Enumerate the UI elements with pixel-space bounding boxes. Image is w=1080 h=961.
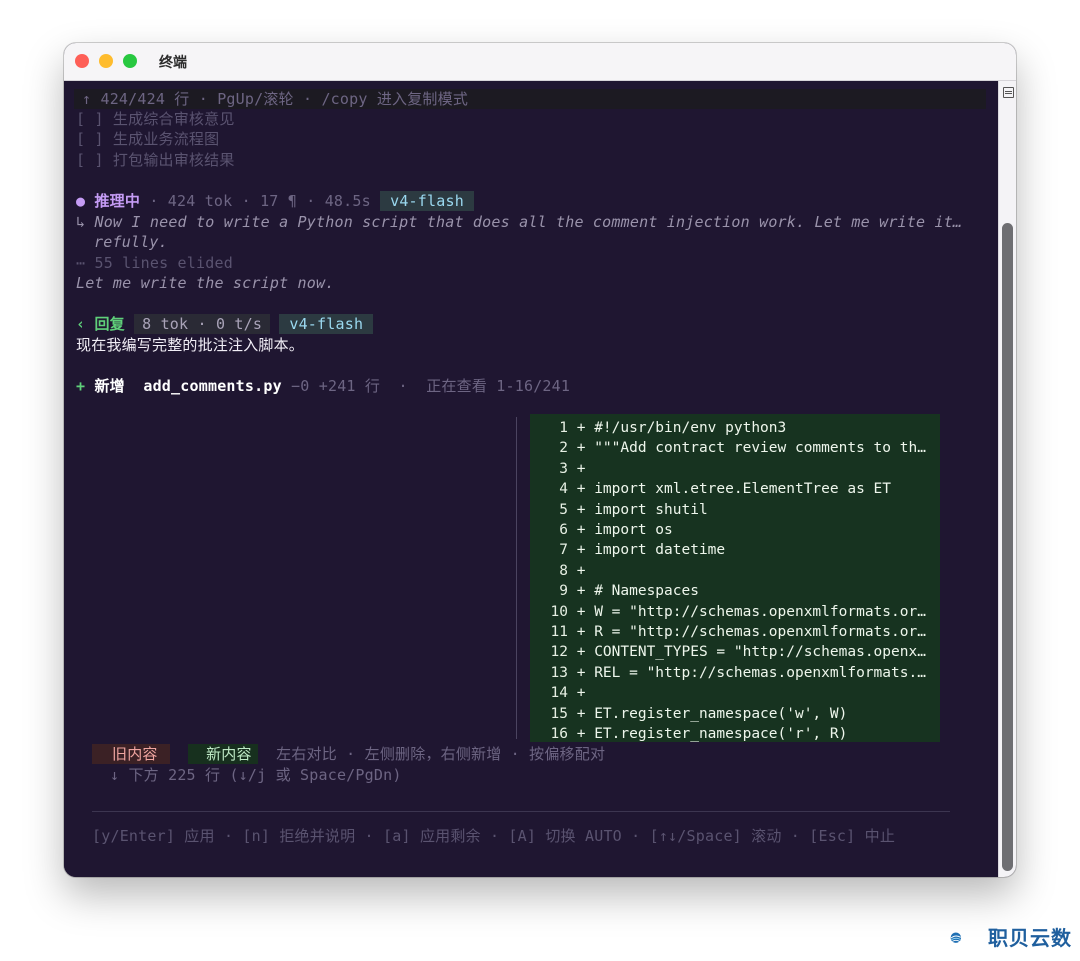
diff-line: 11 + R = "http://schemas.openxmlformats.…	[530, 622, 940, 642]
legend-hint: 左右对比 · 左侧删除，右侧新增 · 按偏移配对	[276, 745, 606, 763]
checklist-item: [ ] 生成综合审核意见	[76, 110, 235, 128]
window-title: 终端	[159, 55, 187, 71]
diff-line-number: 13	[550, 664, 568, 681]
reasoning-final: Let me write the script now.	[76, 274, 335, 292]
title-bar: 终端	[64, 43, 1016, 81]
diff-line: 4 + import xml.etree.ElementTree as ET	[530, 479, 940, 499]
diff-line-number: 6	[559, 522, 568, 538]
diff-line: 1 + #!/usr/bin/env python3	[530, 418, 940, 438]
scroll-status-text: ↑ 424/424 行 · PgUp/滚轮 · /copy 进入复制模式	[82, 90, 469, 108]
diff-line-text: + """Add contract review comments to th…	[576, 440, 926, 457]
diff-line-number: 2	[559, 440, 568, 457]
diff-line-number: 7	[559, 542, 568, 559]
reply-meta: 8 tok · 0 t/s	[134, 314, 271, 334]
diff-line-text: + ET.register_namespace('r', R)	[576, 726, 848, 742]
diff-line-number: 16	[550, 726, 568, 742]
diff-line-text: +	[576, 460, 586, 477]
reasoning-header: ● 推理中 · 424 tok · 17 ¶ · 48.5s v4-flash	[76, 191, 474, 211]
close-window-button[interactable]	[75, 54, 89, 68]
reasoning-meta: · 424 tok · 17 ¶ · 48.5s	[149, 192, 371, 210]
checklist-item: [ ] 打包输出审核结果	[76, 151, 235, 169]
more-lines-below: ↓ 下方 225 行 (↓/j 或 Space/PgDn)	[110, 766, 402, 784]
reasoning-label: 推理中	[94, 192, 141, 210]
reasoning-bullet-icon: ●	[76, 192, 86, 210]
diff-line-text: + CONTENT_TYPES = "http://schemas.openx…	[576, 644, 926, 661]
keybinding-footer: [y/Enter] 应用 · [n] 拒绝并说明 · [a] 应用剩余 · [A…	[92, 827, 896, 845]
diff-legend: 旧内容 新内容 左右对比 · 左侧删除，右侧新增 · 按偏移配对	[92, 744, 605, 764]
diff-line-text: + # Namespaces	[576, 583, 699, 600]
diff-line: 9 + # Namespaces	[530, 581, 940, 601]
diff-line: 6 + import os	[530, 520, 940, 540]
diff-line-number: 14	[550, 685, 568, 702]
diff-line: 7 + import datetime	[530, 540, 940, 560]
minimize-window-button[interactable]	[99, 54, 113, 68]
diff-line-number: 12	[550, 644, 568, 661]
scroll-status-bar: ↑ 424/424 行 · PgUp/滚轮 · /copy 进入复制模式	[74, 89, 986, 109]
diff-line: 8 +	[530, 561, 940, 581]
diff-line-number: 5	[559, 501, 568, 518]
diff-line: 14 +	[530, 683, 940, 703]
file-action: 新增	[94, 377, 125, 395]
diff-line-text: + import xml.etree.ElementTree as ET	[576, 481, 892, 498]
diff-line: 16 + ET.register_namespace('r', R)	[530, 724, 940, 744]
file-name: add_comments.py	[143, 377, 282, 395]
legend-new-content: 新内容	[188, 744, 258, 764]
diff-line-number: 9	[559, 583, 568, 600]
plus-icon: +	[76, 377, 86, 395]
diff-line-number: 8	[559, 562, 568, 579]
scrollbar-thumb[interactable]	[1002, 223, 1013, 871]
return-arrow-icon: ↳	[76, 213, 86, 231]
reply-header: ‹ 回复 8 tok · 0 t/s v4-flash	[76, 314, 374, 334]
reply-arrow-icon: ‹	[76, 315, 86, 333]
diff-line-text: + R = "http://schemas.openxmlformats.or…	[576, 624, 926, 640]
diff-split-divider	[516, 417, 517, 739]
diff-line: 13 + REL = "http://schemas.openxmlformat…	[530, 663, 940, 683]
elided-lines-note[interactable]: ⋯ 55 lines elided	[76, 253, 233, 273]
checklist-item: [ ] 生成业务流程图	[76, 130, 220, 148]
reasoning-thought-line: Now I need to write a Python script that…	[94, 213, 963, 231]
zoom-window-button[interactable]	[123, 54, 137, 68]
diff-line-number: 15	[550, 705, 568, 722]
file-operation-header: + 新增 add_comments.py −0 +241 行 · 正在查看 1-…	[76, 376, 570, 396]
diff-line-number: 11	[550, 624, 568, 640]
diff-line-number: 1	[559, 420, 568, 436]
diff-line-number: 4	[559, 481, 568, 498]
diff-line: 2 + """Add contract review comments to t…	[530, 438, 940, 458]
terminal-content[interactable]: ↑ 424/424 行 · PgUp/滚轮 · /copy 进入复制模式 [ ]…	[64, 81, 998, 877]
diff-line: 15 + ET.register_namespace('w', W)	[530, 704, 940, 724]
reply-text: 现在我编写完整的批注注入脚本。	[76, 336, 305, 354]
reply-label: 回复	[94, 315, 125, 333]
diff-line-text: +	[576, 562, 586, 579]
reasoning-thought: ↳ Now I need to write a Python script th…	[76, 212, 962, 232]
reasoning-thought-line: refully.	[94, 233, 168, 251]
diff-line-text: + ET.register_namespace('w', W)	[576, 705, 848, 722]
diff-line: 12 + CONTENT_TYPES = "http://schemas.ope…	[530, 642, 940, 662]
diff-line-text: + import shutil	[576, 501, 708, 518]
diff-line: 3 +	[530, 459, 940, 479]
scroll-menu-icon[interactable]	[1003, 87, 1014, 98]
diff-line: 5 + import shutil	[530, 500, 940, 520]
file-stats: −0 +241 行 · 正在查看 1-16/241	[291, 377, 571, 395]
model-badge: v4-flash	[279, 314, 374, 334]
footer-divider	[92, 811, 950, 812]
terminal-window: 终端 ↑ 424/424 行 · PgUp/滚轮 · /copy 进入复制模式 …	[64, 43, 1016, 877]
diff-line-text: + import os	[576, 522, 673, 538]
diff-line-number: 10	[550, 603, 568, 620]
brand-logo-icon	[950, 932, 962, 943]
diff-line-text: +	[576, 685, 586, 702]
watermark-text: 职贝云数	[988, 926, 1072, 950]
diff-line-text: + REL = "http://schemas.openxmlformats.…	[576, 664, 926, 681]
legend-old-content: 旧内容	[92, 744, 170, 764]
scrollbar[interactable]	[998, 81, 1016, 877]
diff-line-text: + import datetime	[576, 542, 726, 559]
diff-line-text: + W = "http://schemas.openxmlformats.or…	[576, 603, 926, 620]
diff-line-text: + #!/usr/bin/env python3	[576, 420, 787, 436]
diff-new-pane[interactable]: 1 + #!/usr/bin/env python3 2 + """Add con…	[530, 414, 940, 742]
diff-line-number: 3	[559, 460, 568, 477]
model-badge: v4-flash	[380, 191, 474, 211]
diff-line: 10 + W = "http://schemas.openxmlformats.…	[530, 602, 940, 622]
